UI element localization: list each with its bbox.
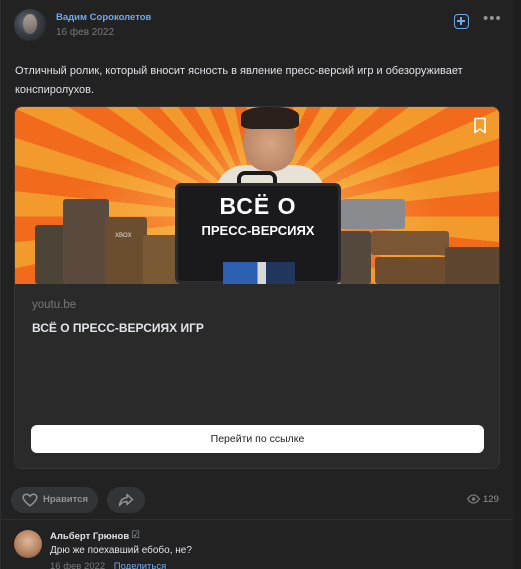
game-boxes — [223, 262, 295, 284]
suitcase — [375, 257, 451, 284]
post: Вадим Сороколетов 16 фев 2022 ••• Отличн… — [0, 0, 514, 569]
views-count: 129 — [483, 494, 499, 505]
link-title[interactable]: ВСЁ О ПРЕСС-ВЕРСИЯХ ИГР — [32, 321, 204, 335]
author-avatar[interactable] — [14, 9, 46, 41]
suitcase — [371, 231, 449, 255]
comment-text: Дрю же поехавший ебобо, не? — [50, 545, 192, 556]
post-date[interactable]: 16 фев 2022 — [56, 27, 114, 38]
heart-icon — [22, 493, 38, 507]
post-actions: Нравится 129 — [11, 487, 505, 513]
video-thumbnail[interactable]: XBOX ВСЁ О ПРЕСС-ВЕРСИЯХ — [15, 107, 499, 284]
divider — [1, 519, 514, 520]
suitcase — [339, 231, 371, 284]
suitcase — [63, 199, 109, 284]
commenter-avatar[interactable] — [14, 530, 42, 558]
comment-date[interactable]: 16 фев 2022 — [50, 561, 105, 569]
xbox-logo: XBOX — [115, 233, 132, 239]
link-attachment[interactable]: XBOX ВСЁ О ПРЕСС-ВЕРСИЯХ youtu.be ВСЁ О … — [14, 106, 500, 469]
share-icon — [118, 493, 134, 507]
comment-meta: 16 фев 2022 Поделиться — [50, 561, 166, 569]
eye-icon — [467, 494, 480, 504]
thumbnail-title-line1: ВСЁ О — [219, 193, 297, 219]
comment-author[interactable]: Альберт Грюнов — [50, 531, 129, 542]
post-author[interactable]: Вадим Сороколетов — [56, 12, 151, 23]
thumbnail-title-line2: ПРЕСС-ВЕРСИЯХ — [201, 223, 315, 238]
suitcase — [105, 217, 147, 284]
more-icon[interactable]: ••• — [483, 11, 501, 27]
bookmark-icon[interactable] — [473, 117, 487, 134]
suitcase — [341, 199, 405, 229]
open-link-button[interactable]: Перейти по ссылке — [31, 425, 484, 453]
like-button[interactable]: Нравится — [11, 487, 98, 513]
person-hair — [241, 107, 299, 129]
badge-icon: ☑ — [131, 530, 140, 541]
add-icon[interactable] — [454, 14, 469, 29]
comment-share-link[interactable]: Поделиться — [114, 561, 166, 569]
share-button[interactable] — [107, 487, 145, 513]
like-label: Нравится — [43, 494, 88, 505]
post-header: Вадим Сороколетов 16 фев 2022 ••• — [13, 9, 501, 43]
post-text: Отличный ролик, который вносит ясность в… — [15, 65, 463, 96]
suitcase — [445, 247, 499, 284]
link-domain: youtu.be — [32, 299, 77, 311]
